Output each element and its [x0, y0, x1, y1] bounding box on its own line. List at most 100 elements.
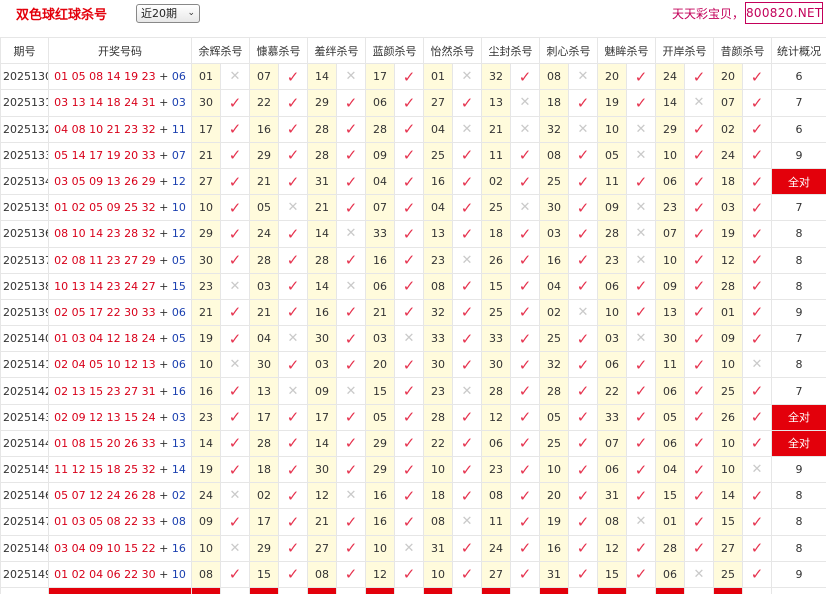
- kill-pick: 28: [249, 429, 279, 458]
- result-mark: ✓: [568, 377, 598, 405]
- kill-pick: 23: [423, 246, 453, 274]
- check-icon: ✓: [750, 146, 764, 165]
- cross-icon: ✕: [403, 331, 415, 347]
- blue-ball: 16: [171, 384, 186, 398]
- check-icon: ✓: [402, 512, 416, 531]
- result-mark: ✓: [220, 403, 250, 431]
- check-icon: ✓: [402, 146, 416, 165]
- check-icon: ✓: [692, 486, 706, 505]
- kill-pick: 09: [307, 377, 337, 405]
- result-mark: ✓: [742, 167, 772, 196]
- kill-pick: 33: [481, 325, 511, 353]
- result-mark: ✓: [220, 508, 250, 536]
- red-balls: 02 04 05 10 12 13: [54, 358, 156, 372]
- check-icon: ✓: [402, 460, 416, 479]
- result-mark: ✓: [684, 194, 714, 222]
- result-mark: ✓: [278, 534, 308, 562]
- check-icon: ✓: [228, 120, 242, 139]
- kill-pick: 02: [249, 482, 279, 510]
- cross-icon: ✕: [287, 331, 299, 347]
- kill-pick: 16: [539, 534, 569, 562]
- check-icon: ✓: [692, 198, 706, 217]
- current-gap-cell: [220, 586, 250, 594]
- result-mark: ✓: [510, 403, 540, 431]
- cross-icon: ✕: [577, 69, 589, 85]
- result-mark: ✓: [684, 351, 714, 379]
- kill-pick: 10: [423, 560, 453, 588]
- table-row: 2025135 01 02 05 09 25 32 + 10 10 ✓ 05 ✕ 21 ✓ 07…: [0, 194, 826, 222]
- draw-numbers: 04 08 10 21 23 32 + 11: [48, 115, 192, 143]
- check-icon: ✓: [750, 251, 764, 270]
- kill-pick: 28: [597, 220, 627, 248]
- result-mark: ✓: [394, 89, 424, 117]
- current-kill-pick: 14: [423, 586, 453, 594]
- cross-icon: ✕: [229, 69, 241, 85]
- result-mark: ✓: [452, 455, 482, 484]
- kill-pick: 29: [365, 429, 395, 458]
- kill-pick: 17: [249, 403, 279, 431]
- result-mark: ✓: [568, 325, 598, 353]
- kill-pick: 03: [539, 220, 569, 248]
- blue-ball: 12: [171, 227, 186, 241]
- stat-count: 9: [771, 298, 826, 327]
- kill-pick: 25: [713, 560, 743, 588]
- result-mark: ✓: [742, 246, 772, 274]
- result-mark: ✓: [684, 141, 714, 169]
- period-select[interactable]: 近20期 ⌄: [136, 4, 200, 23]
- col-header-expert: 余辉杀号: [191, 36, 250, 65]
- result-mark: ✕: [742, 455, 772, 484]
- kill-pick: 19: [191, 325, 221, 353]
- kill-pick: 05: [655, 403, 685, 431]
- check-icon: ✓: [344, 146, 358, 165]
- check-icon: ✓: [286, 539, 300, 558]
- check-icon: ✓: [518, 146, 532, 165]
- all-correct-badge: 全对: [771, 167, 826, 196]
- result-mark: ✓: [220, 141, 250, 169]
- check-icon: ✓: [286, 303, 300, 322]
- kill-pick: 08: [597, 508, 627, 536]
- current-gap-cell: [452, 586, 482, 594]
- kill-pick: 33: [423, 325, 453, 353]
- result-mark: ✓: [626, 482, 656, 510]
- blue-ball: 07: [171, 148, 186, 162]
- result-mark: ✕: [278, 194, 308, 222]
- kill-pick: 01: [423, 63, 453, 91]
- table-row: 2025133 05 14 17 19 20 33 + 07 21 ✓ 29 ✓ 28 ✓ 09…: [0, 141, 826, 169]
- result-mark: ✕: [220, 351, 250, 379]
- kill-pick: 08: [539, 63, 569, 91]
- issue-number: 2025134: [0, 167, 49, 196]
- kill-pick: 30: [423, 351, 453, 379]
- check-icon: ✓: [750, 120, 764, 139]
- check-icon: ✓: [402, 486, 416, 505]
- result-mark: ✓: [336, 194, 366, 222]
- check-icon: ✓: [286, 172, 300, 191]
- cross-icon: ✕: [287, 200, 299, 216]
- col-header-issue: 期号: [0, 36, 49, 65]
- kill-pick: 16: [539, 246, 569, 274]
- kill-pick: 29: [249, 534, 279, 562]
- result-mark: ✓: [336, 560, 366, 588]
- col-header-expert: 尘封杀号: [481, 36, 540, 65]
- check-icon: ✓: [692, 408, 706, 427]
- brand-url-link[interactable]: 800820.NET: [745, 2, 823, 24]
- kill-pick: 14: [307, 63, 337, 91]
- kill-pick: 06: [655, 377, 685, 405]
- result-mark: ✓: [626, 455, 656, 484]
- kill-pick: 18: [713, 167, 743, 196]
- draw-numbers: 01 02 04 06 22 30 + 10: [48, 560, 192, 588]
- kill-pick: 28: [539, 377, 569, 405]
- result-mark: ✓: [336, 115, 366, 143]
- blue-ball: 05: [171, 253, 186, 267]
- kill-pick: 05: [539, 403, 569, 431]
- current-issue-number: 2025150: [0, 586, 49, 594]
- result-mark: ✓: [510, 298, 540, 327]
- cross-icon: ✕: [577, 121, 589, 137]
- issue-number: 2025143: [0, 403, 49, 431]
- plus-sign: +: [155, 567, 172, 581]
- result-mark: ✓: [278, 429, 308, 458]
- result-mark: ✓: [336, 167, 366, 196]
- check-icon: ✓: [692, 251, 706, 270]
- current-kill-pick: 22: [365, 586, 395, 594]
- check-icon: ✓: [750, 67, 764, 86]
- kill-pick: 21: [249, 298, 279, 327]
